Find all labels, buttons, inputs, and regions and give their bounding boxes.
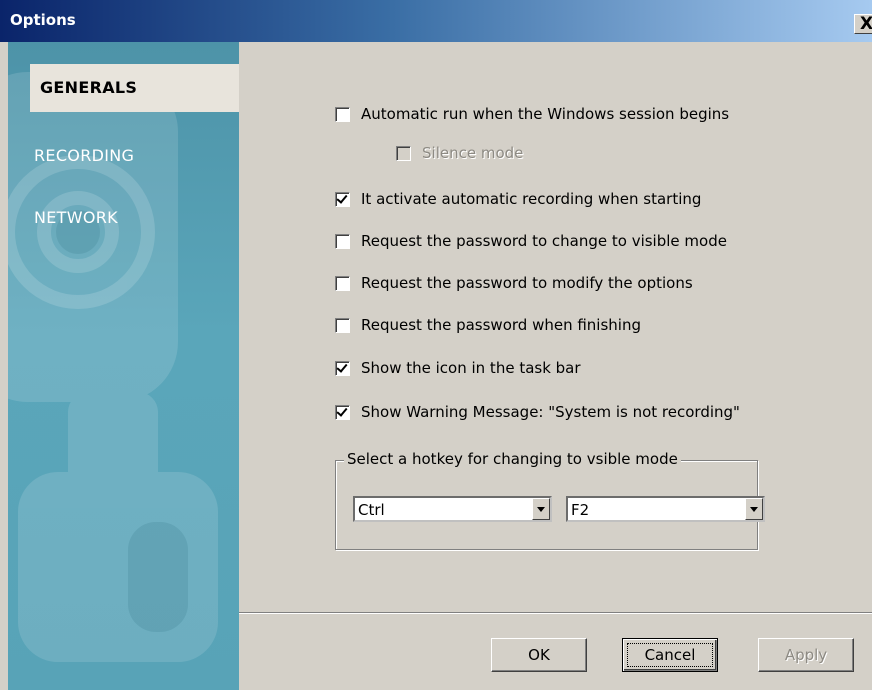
taskbar-icon-label: Show the icon in the task bar [361, 359, 581, 377]
chevron-down-icon[interactable] [532, 498, 550, 520]
autorun-checkbox[interactable] [335, 106, 350, 122]
option-password-options[interactable]: Request the password to modify the optio… [335, 273, 693, 293]
warning-message-checkbox[interactable] [335, 404, 350, 420]
password-finishing-checkbox[interactable] [335, 317, 350, 333]
auto-recording-checkbox[interactable] [335, 191, 350, 207]
chevron-down-icon[interactable] [745, 498, 763, 520]
cancel-button[interactable]: Cancel [622, 638, 718, 672]
sidebar-item-recording[interactable]: RECORDING [8, 132, 239, 180]
sidebar: GENERALS RECORDING NETWORK [8, 42, 239, 690]
auto-recording-label: It activate automatic recording when sta… [361, 190, 702, 208]
silence-mode-label: Silence mode [422, 144, 524, 162]
footer-divider [239, 612, 872, 614]
password-visible-mode-checkbox[interactable] [335, 233, 350, 249]
option-password-visible-mode[interactable]: Request the password to change to visibl… [335, 231, 727, 251]
password-options-label: Request the password to modify the optio… [361, 274, 693, 292]
option-auto-recording[interactable]: It activate automatic recording when sta… [335, 189, 701, 209]
hotkey-modifier-value: Ctrl [358, 501, 385, 519]
sidebar-item-network[interactable]: NETWORK [8, 194, 239, 242]
password-visible-mode-label: Request the password to change to visibl… [361, 232, 727, 250]
option-taskbar-icon[interactable]: Show the icon in the task bar [335, 358, 581, 378]
sidebar-item-generals[interactable]: GENERALS [30, 64, 239, 112]
option-password-finishing[interactable]: Request the password when finishing [335, 315, 641, 335]
hotkey-group: Select a hotkey for changing to vsible m… [335, 450, 765, 550]
option-warning-message[interactable]: Show Warning Message: "System is not rec… [335, 402, 740, 422]
window-title: Options [10, 11, 76, 29]
option-autorun[interactable]: Automatic run when the Windows session b… [335, 104, 729, 124]
ok-button[interactable]: OK [491, 638, 587, 672]
silence-mode-checkbox [396, 145, 411, 161]
password-options-checkbox[interactable] [335, 275, 350, 291]
cancel-button-label: Cancel [644, 646, 696, 664]
hotkey-key-value: F2 [571, 501, 590, 519]
generals-panel: Automatic run when the Windows session b… [239, 42, 872, 690]
password-finishing-label: Request the password when finishing [361, 316, 641, 334]
taskbar-icon-checkbox[interactable] [335, 360, 350, 376]
hotkey-group-label: Select a hotkey for changing to vsible m… [344, 450, 681, 468]
options-dialog: Options X GENERALS RECORDING NETWORK Aut… [0, 0, 872, 690]
warning-message-label: Show Warning Message: "System is not rec… [361, 403, 740, 421]
ok-button-label: OK [528, 646, 550, 664]
hotkey-modifier-select[interactable]: Ctrl [353, 496, 552, 522]
close-button[interactable]: X [854, 14, 872, 34]
apply-button-label: Apply [784, 646, 828, 664]
autorun-label: Automatic run when the Windows session b… [361, 105, 730, 123]
apply-button: Apply [758, 638, 854, 672]
hotkey-key-select[interactable]: F2 [566, 496, 765, 522]
option-silence-mode: Silence mode [396, 143, 523, 163]
title-bar[interactable]: Options X [0, 0, 872, 42]
